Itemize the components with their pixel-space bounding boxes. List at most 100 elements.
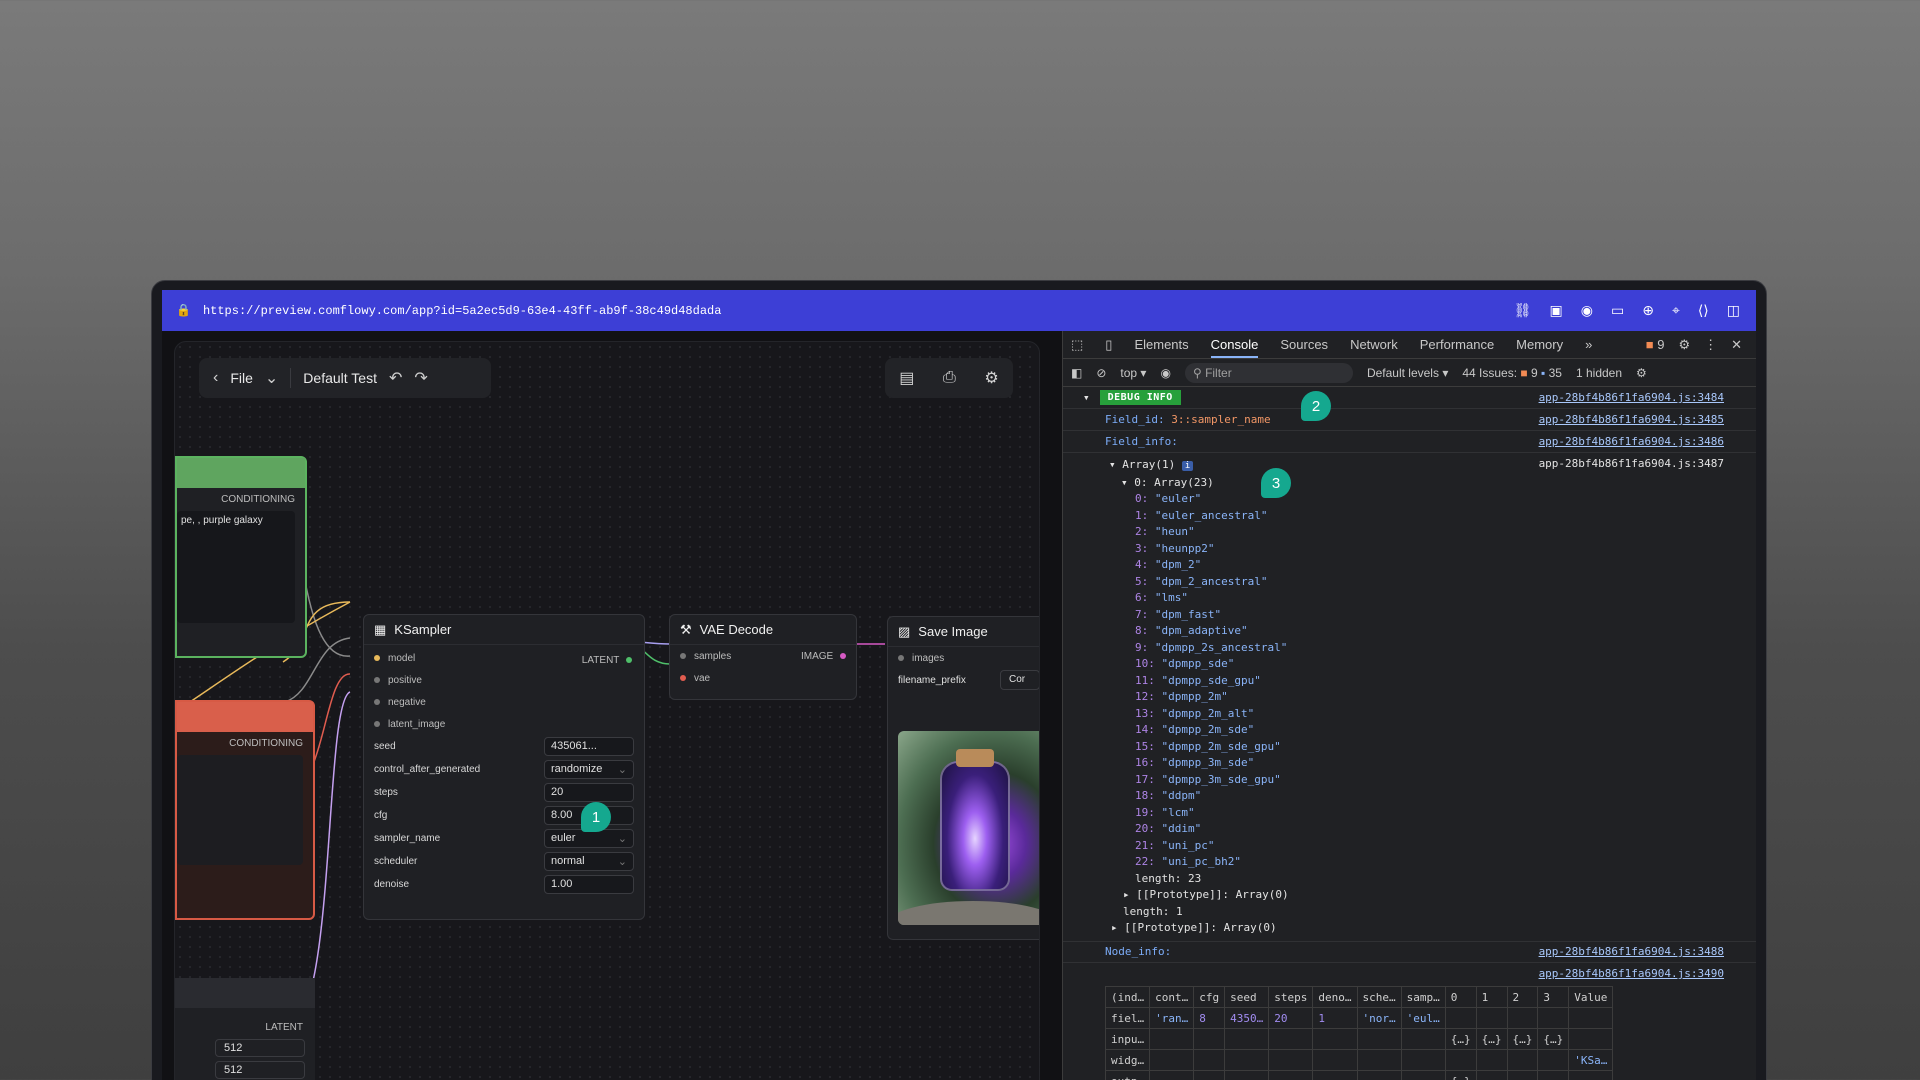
array-outer[interactable]: Array(1)	[1122, 458, 1175, 471]
input-positive[interactable]: positive	[364, 669, 644, 691]
table-header[interactable]: cont…	[1149, 986, 1195, 1008]
widget-seed[interactable]: seed 435061...	[364, 735, 644, 758]
console-settings-icon[interactable]: ⚙	[1636, 366, 1647, 380]
link-icon[interactable]: ⛓	[1514, 303, 1532, 319]
input-model[interactable]: model	[364, 647, 644, 669]
redo-icon[interactable]: ↷	[414, 368, 427, 388]
back-icon[interactable]: ‹	[213, 369, 218, 387]
widget-scheduler[interactable]: scheduler normal ⌄	[364, 850, 644, 873]
positive-prompt-node[interactable]: CONDITIONING pe, , purple galaxy	[175, 456, 307, 658]
proto-inner[interactable]: ▸ [[Prototype]]: Array(0)	[1063, 887, 1756, 904]
url-text[interactable]: https://preview.comflowy.com/app?id=5a2e…	[203, 304, 721, 318]
filter-input[interactable]: ⚲ Filter	[1184, 362, 1353, 383]
code-icon[interactable]: ⟨⟩	[1698, 303, 1709, 319]
array-tree[interactable]: ▾ Array(1) i app-28bf4b86f1fa6904.js:348…	[1063, 453, 1756, 937]
table-cell: 'KSa…	[1568, 1049, 1614, 1071]
crosshair-icon[interactable]: ⌖	[1672, 303, 1680, 319]
sampler-entry: 3: "heunpp2"	[1135, 541, 1215, 555]
tab-network[interactable]: Network	[1350, 337, 1398, 352]
width-field[interactable]: 512	[215, 1039, 305, 1057]
input-images[interactable]: images	[888, 647, 1039, 669]
empty-latent-node[interactable]: LATENT 512 512	[175, 978, 315, 1080]
tab-console[interactable]: Console	[1210, 337, 1259, 358]
widget-steps[interactable]: steps 20	[364, 781, 644, 804]
ksampler-node[interactable]: ▦ KSampler LATENT model positive negative…	[363, 614, 645, 920]
device-icon[interactable]: ▯	[1105, 337, 1112, 353]
tab-sources[interactable]: Sources	[1280, 337, 1328, 352]
widget-denoise[interactable]: denoise 1.00	[364, 873, 644, 896]
chevron-down-icon[interactable]: ⌄	[265, 368, 278, 388]
tab-memory[interactable]: Memory	[1516, 337, 1563, 352]
source-link[interactable]: app-28bf4b86f1fa6904.js:3487	[1539, 457, 1724, 470]
widget-control-after-generated[interactable]: control_after_generated randomize ⌄	[364, 758, 644, 781]
input-samples[interactable]: samples IMAGE	[670, 645, 856, 667]
source-link[interactable]: app-28bf4b86f1fa6904.js:3485	[1539, 413, 1724, 426]
prompt-textarea[interactable]	[177, 755, 303, 865]
height-field[interactable]: 512	[215, 1061, 305, 1079]
issues-badge[interactable]: ■ 9	[1646, 337, 1665, 353]
split-view-icon[interactable]: ◫	[1727, 303, 1740, 319]
clear-console-icon[interactable]: ⊘	[1096, 366, 1106, 380]
undo-icon[interactable]: ↶	[389, 368, 402, 388]
log-levels-select[interactable]: Default levels ▾	[1367, 366, 1448, 380]
sidebar-toggle-icon[interactable]: ◧	[1071, 366, 1082, 380]
table-header[interactable]: (ind…	[1104, 986, 1151, 1008]
table-header[interactable]: 3	[1537, 986, 1570, 1008]
close-icon[interactable]: ✕	[1731, 337, 1742, 353]
save-image-node[interactable]: ▨ Save Image images filename_prefix Cor	[887, 616, 1039, 940]
table-header[interactable]: sche…	[1356, 986, 1402, 1008]
table-header[interactable]: cfg	[1193, 986, 1226, 1008]
source-link[interactable]: app-28bf4b86f1fa6904.js:3484	[1539, 391, 1724, 404]
table-header[interactable]: Value	[1568, 986, 1614, 1008]
source-link[interactable]: app-28bf4b86f1fa6904.js:3486	[1539, 435, 1724, 448]
address-bar[interactable]: 🔒 https://preview.comflowy.com/app?id=5a…	[162, 290, 1756, 331]
console-output[interactable]: ▾ DEBUG INFO app-28bf4b86f1fa6904.js:348…	[1063, 387, 1756, 1080]
expand-arrow-icon[interactable]: ▾	[1109, 458, 1116, 471]
table-cell	[1506, 1070, 1539, 1080]
queue-icon[interactable]: ⎙	[943, 369, 956, 387]
table-header[interactable]: seed	[1224, 986, 1270, 1008]
context-select[interactable]: top ▾	[1120, 366, 1146, 380]
issues-summary[interactable]: 44 Issues: ■ 9 ▪ 35	[1462, 366, 1562, 380]
settings-icon[interactable]: ⚙	[1678, 337, 1690, 353]
table-header[interactable]: 1	[1475, 986, 1508, 1008]
table-cell	[1268, 1049, 1314, 1071]
vae-decode-node[interactable]: ⚒ VAE Decode samples IMAGE vae	[669, 614, 857, 700]
array-inner[interactable]: 0: Array(23)	[1134, 476, 1213, 489]
widget-filename-prefix[interactable]: filename_prefix Cor	[888, 669, 1039, 691]
file-menu[interactable]: File	[230, 370, 253, 386]
console-line-node-info: Node_info: app-28bf4b86f1fa6904.js:3488	[1063, 940, 1756, 963]
table-header[interactable]: deno…	[1312, 986, 1358, 1008]
table-header[interactable]: samp…	[1400, 986, 1446, 1008]
globe-icon[interactable]: ⊕	[1642, 303, 1654, 319]
more-tabs-icon[interactable]: »	[1585, 337, 1592, 352]
prompt-textarea[interactable]: pe, , purple galaxy	[177, 511, 295, 623]
gallery-icon[interactable]: ▤	[899, 368, 914, 388]
table-header[interactable]: steps	[1268, 986, 1314, 1008]
proto-outer[interactable]: ▸ [[Prototype]]: Array(0)	[1063, 920, 1756, 937]
input-vae[interactable]: vae	[670, 667, 856, 689]
table-header[interactable]: 0	[1444, 986, 1477, 1008]
terminal-icon[interactable]: ▭	[1611, 303, 1624, 319]
screenshot-icon[interactable]: ▣	[1550, 303, 1563, 319]
expand-arrow-icon[interactable]: ▾	[1121, 476, 1128, 489]
inspect-icon[interactable]: ⬚	[1071, 337, 1083, 353]
source-link[interactable]: app-28bf4b86f1fa6904.js:3488	[1539, 945, 1724, 958]
settings-icon[interactable]: ⚙	[984, 368, 998, 388]
tab-elements[interactable]: Elements	[1134, 337, 1188, 352]
source-link[interactable]: app-28bf4b86f1fa6904.js:3490	[1539, 967, 1724, 980]
table-header[interactable]: 2	[1506, 986, 1539, 1008]
collapse-arrow-icon[interactable]: ▾	[1083, 391, 1090, 404]
camera-icon[interactable]: ◉	[1581, 303, 1593, 319]
more-options-icon[interactable]: ⋮	[1704, 337, 1717, 353]
tab-performance[interactable]: Performance	[1420, 337, 1494, 352]
negative-prompt-node[interactable]: CONDITIONING	[175, 700, 315, 920]
input-latent-image[interactable]: latent_image	[364, 713, 644, 735]
input-negative[interactable]: negative	[364, 691, 644, 713]
workflow-canvas[interactable]: ‹ File ⌄ Default Test ↶ ↷ ▤ ⎙ ⚙ CONDITIO…	[174, 341, 1040, 1080]
sampler-entry: 12: "dpmpp_2m"	[1135, 690, 1228, 703]
workflow-name[interactable]: Default Test	[303, 370, 377, 386]
live-expression-icon[interactable]: ◉	[1160, 366, 1170, 380]
output-image[interactable]: IMAGE	[801, 651, 846, 662]
top-toolbar: ‹ File ⌄ Default Test ↶ ↷	[199, 358, 491, 398]
